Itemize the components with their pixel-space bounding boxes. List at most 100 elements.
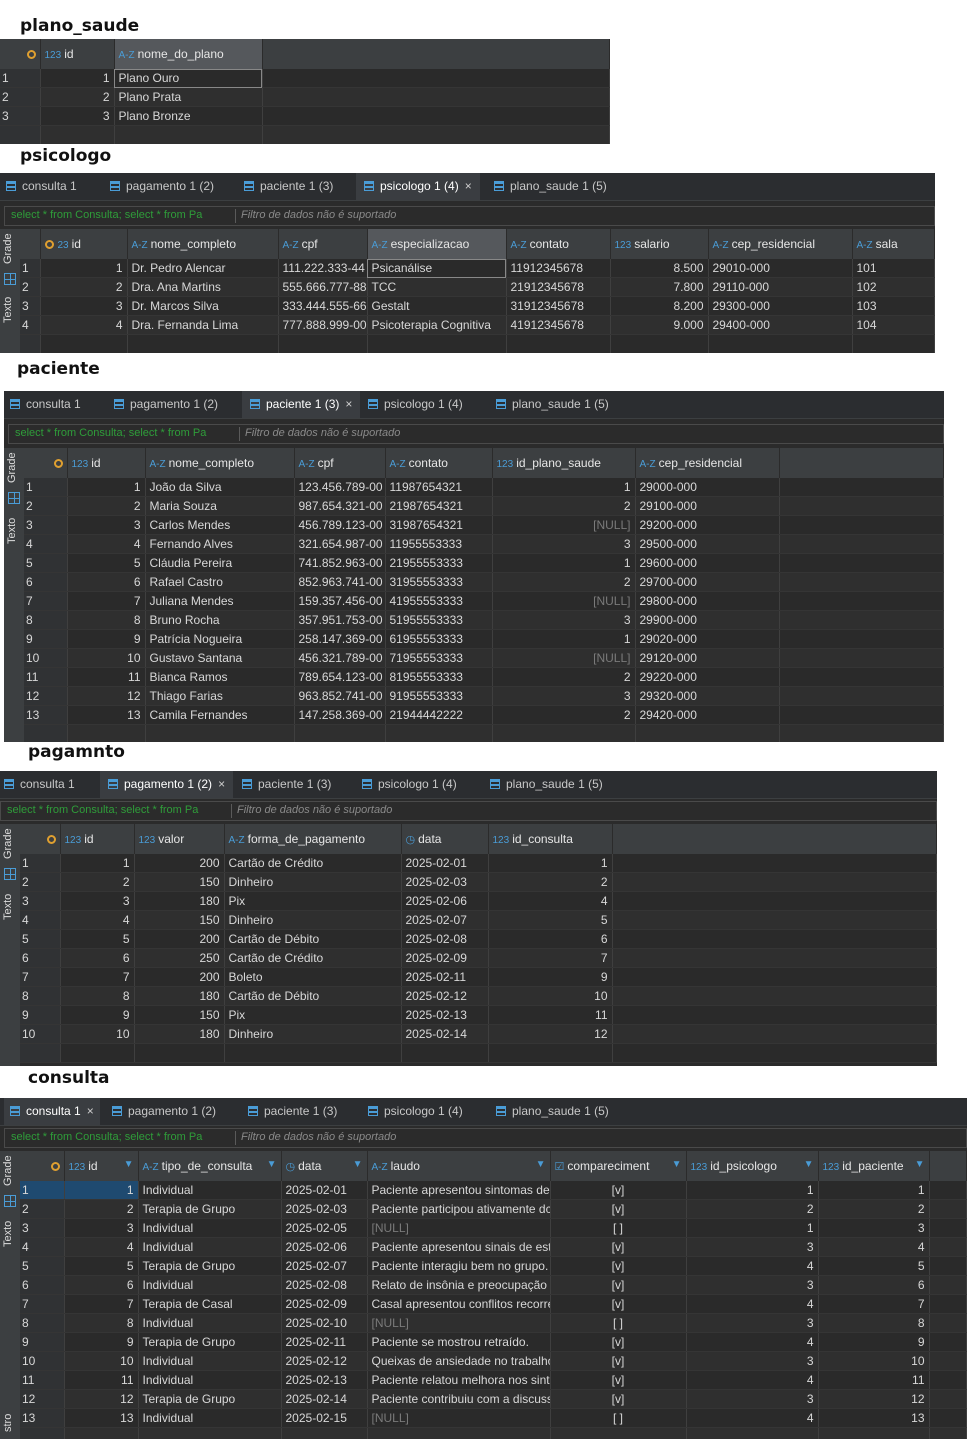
cell[interactable]: 456.789.123-00 [294, 515, 386, 535]
cell[interactable]: 321.654.987-00 [294, 534, 386, 554]
tab-pagamento[interactable]: pagamento 1 (2) [114, 391, 218, 418]
row-number[interactable]: 9 [24, 629, 68, 649]
cell[interactable]: 2 [60, 872, 135, 892]
table-row[interactable]: 5 5 Terapia de Grupo 2025-02-07 Paciente int… [20, 1256, 967, 1276]
grid-icon[interactable] [4, 868, 16, 880]
table-row[interactable]: 2 2 150 Dinheiro 2025-02-03 2 [20, 872, 937, 892]
side-tab-registro[interactable]: stro [2, 1409, 18, 1437]
grid-icon[interactable] [8, 492, 20, 504]
tab-psicologo[interactable]: psicologo 1 (4) [362, 771, 457, 798]
cell[interactable]: 1 [64, 1181, 139, 1200]
cell[interactable]: 789.654.123-00 [294, 667, 386, 687]
cell[interactable]: 5 [818, 1256, 930, 1276]
column-header-id-paciente[interactable]: 123 id_paciente ▼ [818, 1151, 930, 1181]
table-row[interactable]: 7 7 Juliana Mendes 159.357.456-00 4195555333… [24, 591, 944, 611]
cell[interactable]: Camila Fernandes [145, 705, 295, 725]
column-header-especializacao[interactable]: A-Z especializacao [367, 229, 507, 259]
table-row[interactable]: 2 2 Dra. Ana Martins 555.666.777-88 TCC 21912… [20, 277, 935, 297]
column-header-contato[interactable]: A-Z contato [506, 229, 611, 259]
column-header-nome-completo[interactable]: A-Z nome_completo [145, 448, 295, 478]
cell[interactable]: 29300-000 [708, 296, 853, 316]
table-row[interactable]: 2 2 Terapia de Grupo 2025-02-03 Paciente par… [20, 1199, 967, 1219]
cell[interactable]: 2025-02-03 [281, 1199, 368, 1219]
cell[interactable]: Gustavo Santana [145, 648, 295, 668]
column-header-contato[interactable]: A-Z contato [385, 448, 493, 478]
table-row[interactable]: 3 3 Carlos Mendes 456.789.123-00 31987654321… [24, 515, 944, 535]
table-row[interactable]: 4 4 Individual 2025-02-06 Paciente apresento… [20, 1237, 967, 1257]
cell[interactable]: 11912345678 [506, 259, 611, 278]
cell[interactable]: 41955553333 [385, 591, 493, 611]
cell[interactable]: 8 [64, 1313, 139, 1333]
row-number[interactable]: 5 [20, 1256, 65, 1276]
cell[interactable]: 3 [818, 1218, 930, 1238]
column-header-data[interactable]: ◷ data [401, 824, 489, 854]
cell[interactable]: 456.321.789-00 [294, 648, 386, 668]
cell[interactable]: 123.456.789-00 [294, 478, 386, 497]
cell[interactable]: 103 [852, 296, 935, 316]
sort-arrow-icon[interactable]: ▼ [124, 1159, 134, 1170]
cell[interactable]: 29500-000 [635, 534, 780, 554]
column-header-forma-de-pagamento[interactable]: A-Z forma_de_pagamento [224, 824, 402, 854]
sort-arrow-icon[interactable]: ▼ [353, 1159, 363, 1170]
tab-psicologo[interactable]: psicologo 1 (4) [368, 1098, 463, 1125]
row-number[interactable]: 8 [20, 1313, 65, 1333]
row-number-header[interactable] [0, 39, 41, 69]
table-row[interactable]: 11 11 Individual 2025-02-13 Paciente relatou… [20, 1370, 967, 1390]
cell[interactable]: Pix [224, 1005, 402, 1025]
cell[interactable]: 2 [686, 1199, 819, 1219]
cell[interactable]: 29400-000 [708, 315, 853, 335]
column-header-cpf[interactable]: A-Z cpf [278, 229, 368, 259]
cell[interactable]: 200 [134, 854, 225, 873]
cell[interactable]: Plano Bronze [114, 106, 263, 126]
tab-plano-saude[interactable]: plano_saude 1 (5) [494, 173, 607, 200]
table-row[interactable]: 8 8 Individual 2025-02-10 [NULL][ ] 3 8 [20, 1313, 967, 1333]
cell[interactable]: 150 [134, 1005, 225, 1025]
cell[interactable]: 11 [64, 1370, 139, 1390]
cell[interactable]: 10 [488, 986, 613, 1006]
cell[interactable]: 8.500 [610, 259, 709, 278]
cell[interactable]: 987.654.321-00 [294, 496, 386, 516]
cell[interactable]: [v] [550, 1294, 687, 1314]
cell[interactable]: 4 [686, 1370, 819, 1390]
cell[interactable]: Fernando Alves [145, 534, 295, 554]
column-header-nome-do-plano[interactable]: A-Z nome_do_plano [114, 39, 263, 69]
column-header-laudo[interactable]: A-Z laudo ▼ [367, 1151, 551, 1181]
tab-plano-saude[interactable]: plano_saude 1 (5) [490, 771, 603, 798]
cell[interactable]: Cartão de Crédito [224, 854, 402, 873]
cell[interactable]: 4 [686, 1408, 819, 1428]
cell[interactable]: 11955553333 [385, 534, 493, 554]
cell[interactable]: 1 [818, 1181, 930, 1200]
sort-arrow-icon[interactable]: ▼ [672, 1159, 682, 1170]
row-number[interactable]: 10 [20, 1024, 61, 1044]
cell[interactable]: 1 [60, 854, 135, 873]
cell[interactable]: Juliana Mendes [145, 591, 295, 611]
column-header-id-consulta[interactable]: 123 id_consulta [488, 824, 613, 854]
side-tab-texto[interactable]: Texto [6, 514, 22, 548]
row-number[interactable]: 1 [24, 478, 68, 497]
row-number[interactable]: 13 [24, 705, 68, 725]
row-number[interactable]: 6 [20, 1275, 65, 1295]
table-row[interactable]: 9 9 Patrícia Nogueira 258.147.369-00 6195555… [24, 629, 944, 649]
cell[interactable]: 11 [488, 1005, 613, 1025]
cell[interactable]: Individual [138, 1351, 282, 1371]
cell[interactable]: 7 [60, 967, 135, 987]
cell[interactable]: 9 [67, 629, 146, 649]
cell[interactable]: 3 [64, 1218, 139, 1238]
cell[interactable]: Individual [138, 1218, 282, 1238]
cell[interactable]: 13 [64, 1408, 139, 1428]
cell[interactable]: Cartão de Crédito [224, 948, 402, 968]
side-tab-texto[interactable]: Texto [2, 293, 18, 327]
side-tab-grade[interactable]: Grade [2, 1155, 18, 1187]
cell[interactable]: [ ] [550, 1218, 687, 1238]
column-header-id[interactable]: 123 id ▼ [64, 1151, 139, 1181]
table-row[interactable]: 4 4 Dra. Fernanda Lima 777.888.999-00 Psicot… [20, 315, 935, 335]
tab-consulta[interactable]: consulta 1 × [4, 1098, 100, 1125]
row-number[interactable]: 7 [20, 1294, 65, 1314]
query-bar[interactable]: select * from Consulta; select * from Pa… [4, 1128, 967, 1148]
cell[interactable]: 101 [852, 259, 935, 278]
column-header-valor[interactable]: 123 valor [134, 824, 225, 854]
cell[interactable]: [NULL] [492, 591, 636, 611]
cell[interactable]: 3 [40, 296, 128, 316]
cell[interactable]: Plano Prata [114, 87, 263, 107]
tab-consulta[interactable]: consulta 1 [10, 391, 81, 418]
